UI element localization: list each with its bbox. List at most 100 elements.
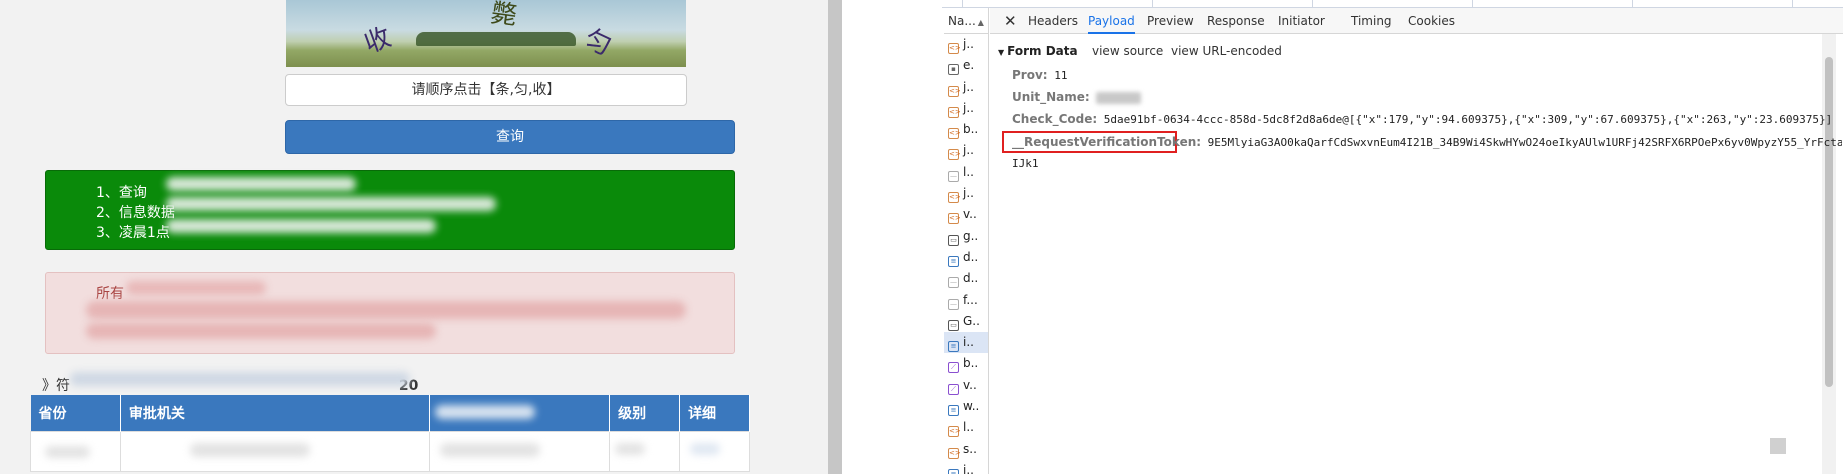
redaction-blur: [435, 405, 535, 419]
gray-square: [1770, 438, 1786, 454]
view-url-encoded-link[interactable]: view URL-encoded: [1171, 44, 1282, 58]
list-item[interactable]: ≡ d..: [944, 247, 988, 268]
list-item[interactable]: ▭ G..: [944, 311, 988, 332]
field-value: 5dae91bf-0634-4ccc-858d-5dc8f2d8a6de@[{"…: [1103, 113, 1833, 126]
redaction-blur: [45, 446, 90, 458]
field-value: 9E5MlyiaG3AO0kaQarfCdSwxvnEum4I21B_34B9W…: [1207, 136, 1842, 149]
request-type-icon: ≡: [948, 341, 959, 353]
list-item[interactable]: <> j..: [944, 183, 988, 204]
list-item[interactable]: <> s..: [944, 439, 988, 460]
request-name: j..: [963, 37, 974, 51]
redaction-blur: [190, 443, 310, 457]
list-item[interactable]: ⟋ v..: [944, 375, 988, 396]
list-item[interactable]: ≡ i..: [944, 460, 988, 474]
request-type-icon: ▭: [948, 234, 959, 246]
redaction-blur: [126, 281, 266, 295]
form-field-unit-name: Unit_Name:: [1012, 90, 1142, 104]
list-item[interactable]: <> j..: [944, 98, 988, 119]
column-header-authority: 审批机关: [120, 395, 431, 431]
tab-initiator[interactable]: Initiator: [1278, 8, 1325, 34]
form-data-section-toggle[interactable]: ▼ Form Data: [998, 44, 1078, 58]
list-item[interactable]: ▭ g..: [944, 226, 988, 247]
request-name: e.: [963, 58, 975, 73]
form-field-prov: Prov: 11: [1012, 68, 1067, 82]
notice-green: 1、查询 2、信息数据 3、凌晨1点: [45, 170, 735, 250]
request-name: i..: [963, 335, 974, 350]
list-item[interactable]: — f...: [944, 290, 988, 311]
request-type-icon: <>: [948, 106, 961, 118]
request-type-icon: <>: [948, 192, 961, 204]
list-item[interactable]: — d..: [944, 268, 988, 289]
list-item[interactable]: <> j..: [944, 34, 988, 55]
request-type-icon: <>: [948, 149, 961, 161]
captcha-char[interactable]: 收: [358, 17, 396, 61]
column-header-level: 级别: [609, 395, 681, 431]
request-details: ✕ Headers Payload Preview Response Initi…: [990, 8, 1843, 474]
redaction-blur: [166, 219, 436, 233]
list-item[interactable]: <> j..: [944, 140, 988, 161]
captcha-tree-line: [416, 32, 576, 46]
request-name: g..: [963, 228, 979, 243]
details-tabbar: ✕ Headers Payload Preview Response Initi…: [990, 8, 1843, 34]
field-key: Unit_Name:: [1012, 90, 1090, 104]
column-header-province: 省份: [30, 395, 121, 431]
list-item[interactable]: ▪ e.: [944, 55, 988, 76]
request-type-icon: <>: [948, 128, 961, 140]
request-name: j..: [963, 186, 974, 201]
web-page: 收 斃 匀 请顺序点击【条,匀,收】 查询 1、查询 2、信息数据 3、凌晨1点…: [0, 0, 828, 474]
list-item[interactable]: <> v..: [944, 204, 988, 225]
request-name: l..: [963, 420, 974, 435]
request-type-icon: ≡: [948, 468, 959, 474]
tab-preview[interactable]: Preview: [1147, 8, 1194, 34]
list-item[interactable]: — l..: [944, 162, 988, 183]
request-type-icon: ▪: [948, 64, 959, 76]
query-button[interactable]: 查询: [285, 120, 735, 154]
request-name: j..: [963, 143, 974, 158]
captcha-char[interactable]: 匀: [579, 18, 618, 63]
form-field-verification-token: __RequestVerificationToken: 9E5MlyiaG3AO…: [1012, 135, 1842, 149]
request-name: j..: [963, 79, 974, 94]
request-type-icon: ▭: [948, 319, 959, 331]
request-name: j..: [963, 100, 974, 115]
request-list: Na... ▲ <> j.. ▪ e. <> j.. <> j.. <> b.. <> j.. — l.. <…: [944, 8, 989, 474]
request-name: l..: [963, 164, 974, 179]
page-scrollbar[interactable]: [828, 0, 842, 474]
tab-headers[interactable]: Headers: [1028, 8, 1078, 34]
list-item[interactable]: ⟋ b..: [944, 353, 988, 374]
request-type-icon: <>: [948, 85, 961, 97]
request-type-icon: —: [948, 298, 959, 310]
list-item[interactable]: ≡ w..: [944, 396, 988, 417]
table-header-row: 省份 审批机关 级别 详细: [30, 395, 750, 431]
list-item[interactable]: ≡ i..: [944, 332, 988, 354]
form-field-check-code: Check_Code: 5dae91bf-0634-4ccc-858d-5dc8…: [1012, 112, 1832, 126]
captcha-char[interactable]: 斃: [489, 0, 520, 33]
field-value: IJk1: [1012, 157, 1039, 170]
redaction-blur: [1096, 92, 1142, 104]
result-summary-prefix: 》符: [42, 378, 70, 394]
request-name: b..: [963, 122, 979, 137]
redaction-blur: [70, 372, 410, 386]
triangle-down-icon: ▼: [998, 48, 1005, 57]
tab-payload[interactable]: Payload: [1088, 8, 1135, 34]
form-field-token-continuation: IJk1: [1012, 157, 1039, 170]
request-type-icon: —: [948, 170, 959, 182]
request-type-icon: <>: [948, 213, 961, 225]
tab-response[interactable]: Response: [1207, 8, 1265, 34]
close-icon[interactable]: ✕: [1004, 12, 1017, 30]
request-name: w..: [963, 399, 980, 414]
request-type-icon: ≡: [948, 255, 959, 267]
captcha-image[interactable]: 收 斃 匀: [286, 0, 686, 67]
view-source-link[interactable]: view source: [1092, 44, 1163, 58]
request-name: G..: [963, 313, 980, 328]
redaction-blur: [166, 177, 356, 191]
tab-timing[interactable]: Timing: [1351, 8, 1392, 34]
sort-caret-icon: ▲: [977, 18, 984, 27]
list-item[interactable]: <> j..: [944, 77, 988, 98]
request-type-icon: <>: [948, 43, 961, 54]
list-item[interactable]: <> b..: [944, 119, 988, 140]
name-column-header[interactable]: Na... ▲: [944, 8, 988, 34]
field-key: Prov:: [1012, 68, 1048, 82]
tab-cookies[interactable]: Cookies: [1408, 8, 1455, 34]
redaction-blur: [86, 301, 686, 319]
list-item[interactable]: <> l..: [944, 417, 988, 438]
